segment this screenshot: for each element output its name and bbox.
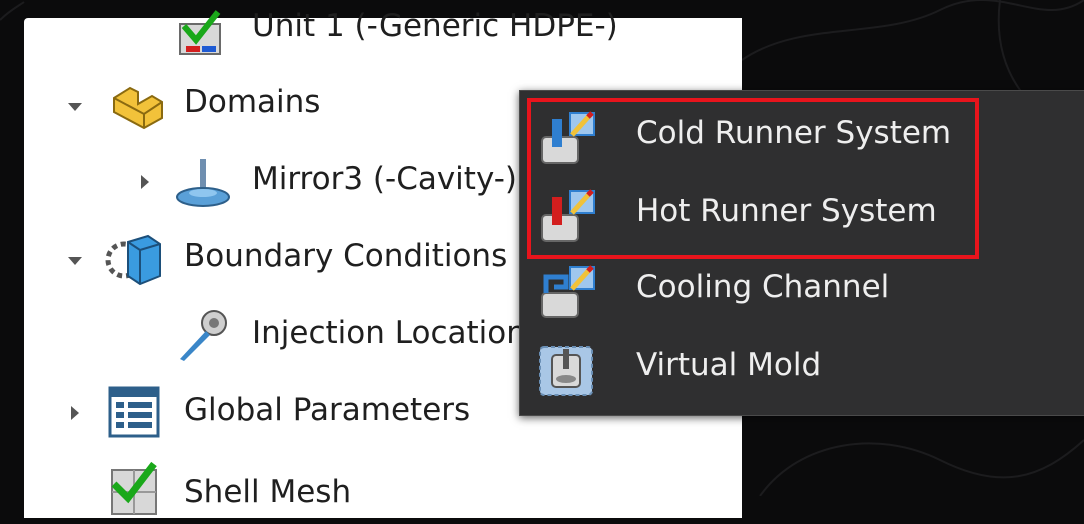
- menu-item-cold-runner-system[interactable]: Cold Runner System: [520, 99, 1084, 173]
- collapsed-arrow-icon[interactable]: [136, 173, 154, 191]
- cold-runner-icon: [536, 109, 596, 169]
- tree-item-label: Domains: [184, 84, 321, 120]
- tree-item-label: Unit 1 (-Generic HDPE-): [252, 8, 618, 44]
- tree-item-shell-mesh[interactable]: Shell Mesh: [24, 461, 724, 515]
- menu-item-label: Hot Runner System: [636, 193, 937, 229]
- tree-item-label: Global Parameters: [184, 392, 471, 428]
- collapsed-arrow-icon[interactable]: [66, 404, 84, 422]
- tree-item-unit-1[interactable]: Unit 1 (-Generic HDPE-): [24, 8, 724, 58]
- expanded-arrow-icon[interactable]: [66, 252, 84, 270]
- tree-item-label: Mirror3 (-Cavity-): [252, 161, 518, 197]
- menu-item-label: Virtual Mold: [636, 347, 822, 383]
- menu-item-label: Cold Runner System: [636, 115, 952, 151]
- context-menu: Cold Runner System Hot Runner System Coo: [519, 90, 1084, 416]
- boundary-conditions-icon: [104, 228, 164, 288]
- domains-folder-icon: [108, 74, 168, 134]
- menu-item-hot-runner-system[interactable]: Hot Runner System: [520, 177, 1084, 251]
- cooling-channel-icon: [536, 263, 596, 323]
- menu-item-label: Cooling Channel: [636, 269, 890, 305]
- menu-item-virtual-mold[interactable]: Virtual Mold: [520, 331, 1084, 405]
- tree-item-label: Injection Locations: [252, 315, 543, 351]
- expanded-arrow-icon[interactable]: [66, 98, 84, 116]
- menu-item-cooling-channel[interactable]: Cooling Channel: [520, 253, 1084, 327]
- global-parameters-icon: [104, 382, 164, 442]
- material-check-icon: [172, 6, 232, 66]
- tree-item-label: Boundary Conditions: [184, 238, 508, 274]
- hot-runner-icon: [536, 187, 596, 247]
- cavity-part-icon: [174, 153, 234, 213]
- virtual-mold-icon: [536, 341, 596, 401]
- injection-location-icon: [174, 305, 234, 365]
- tree-item-label: Shell Mesh: [184, 474, 352, 510]
- mesh-check-icon: [104, 460, 164, 520]
